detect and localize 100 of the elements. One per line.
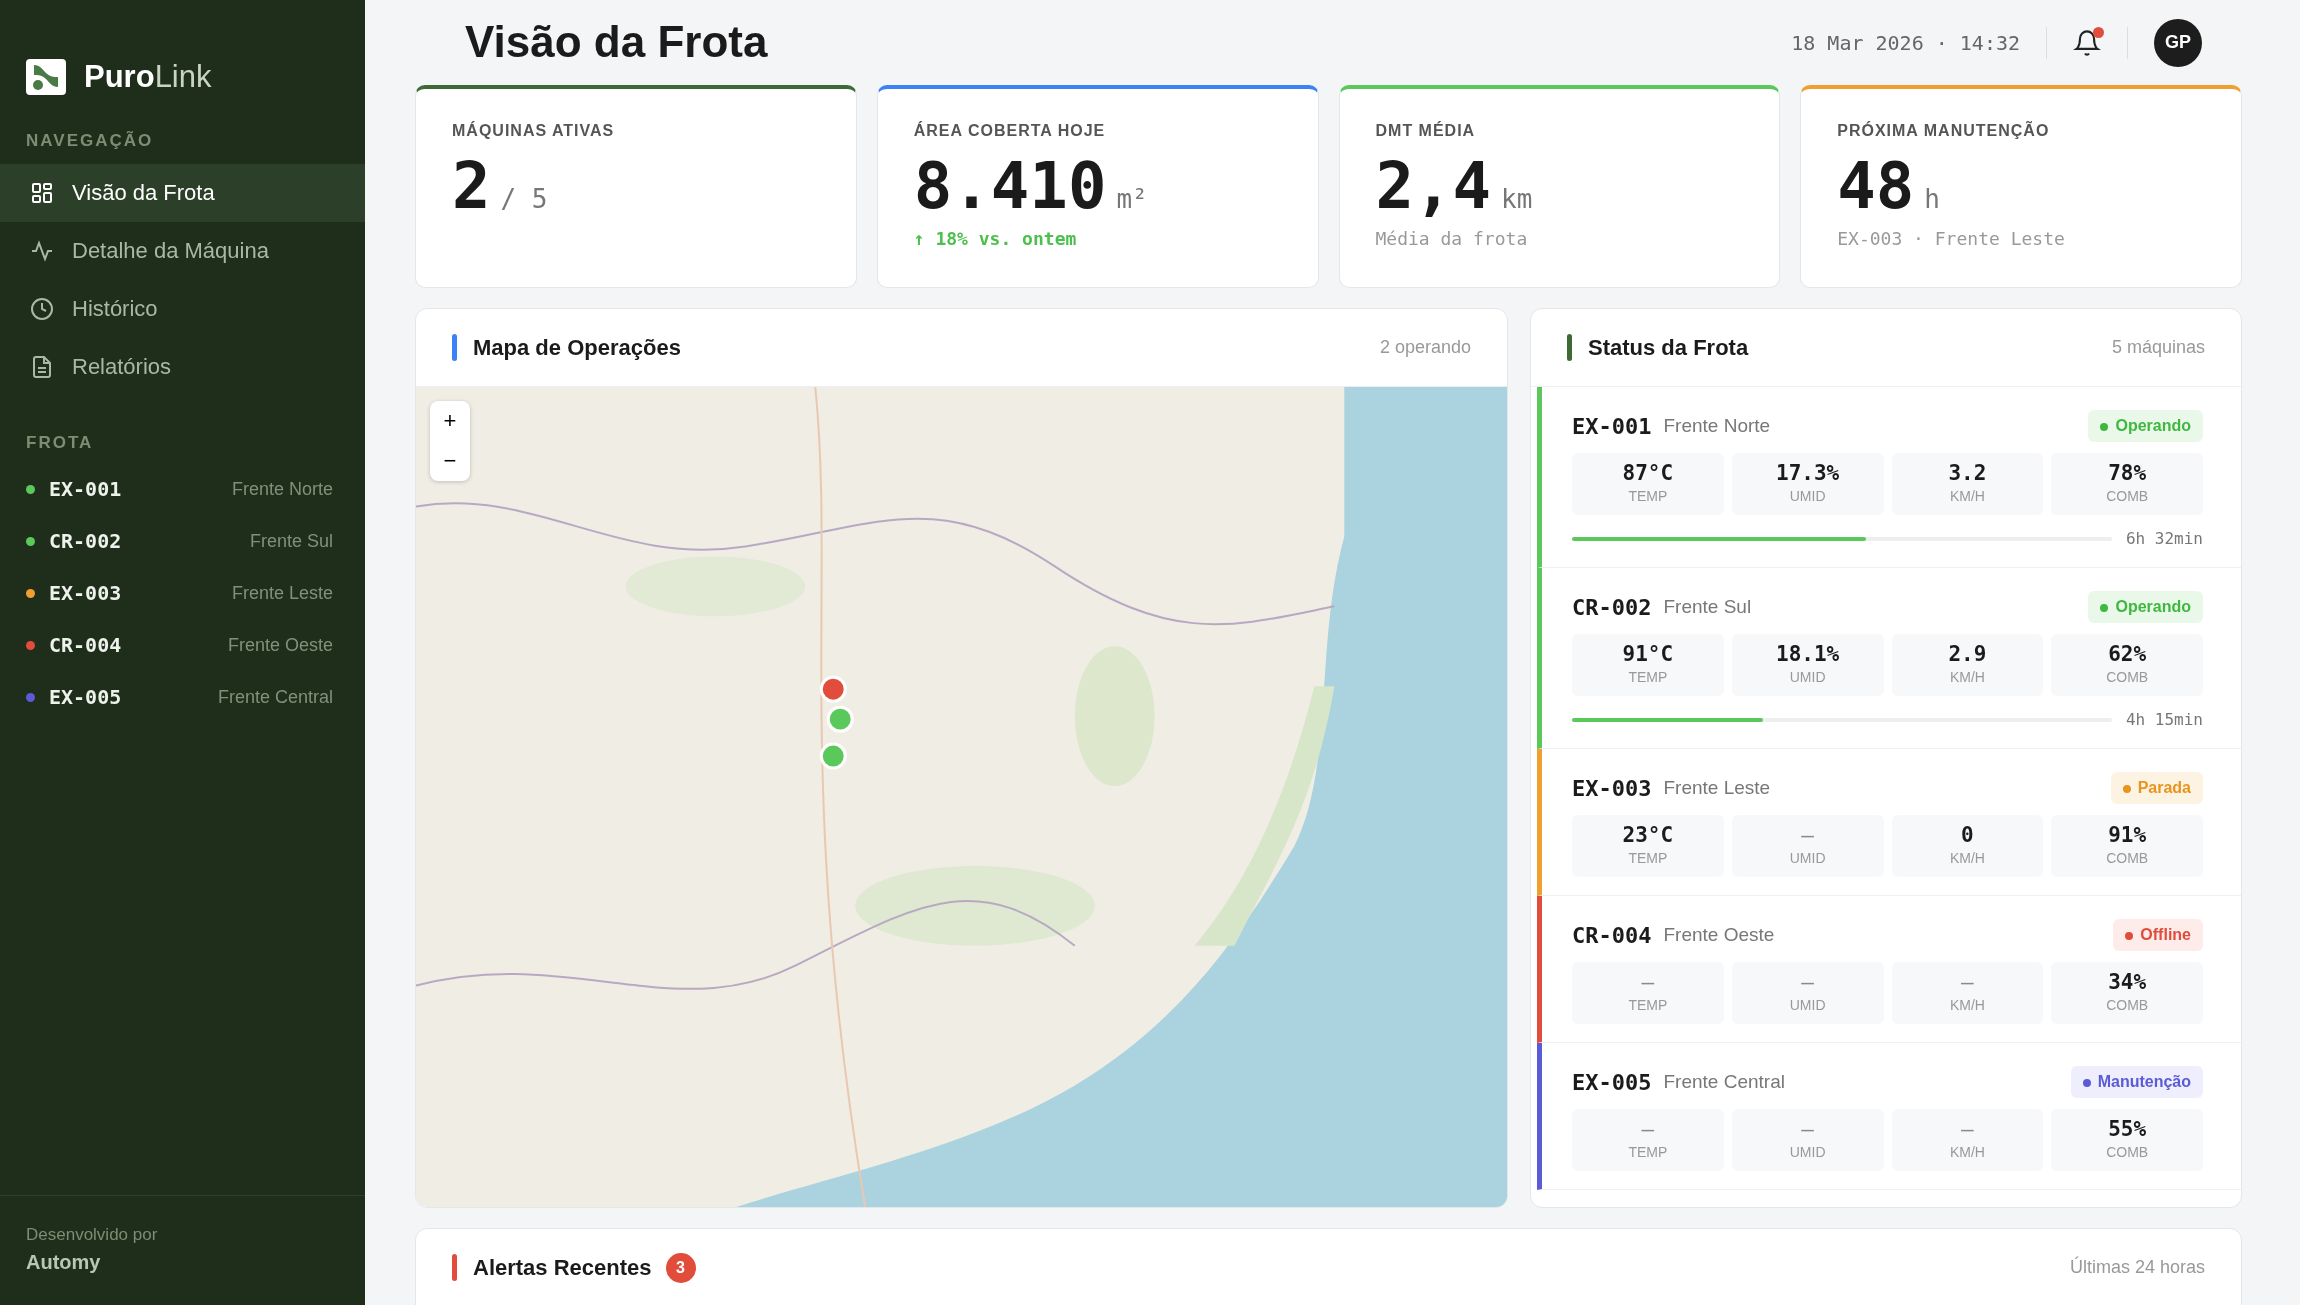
machine-location: Frente Norte (1663, 413, 1771, 438)
zoom-out-button[interactable]: − (430, 441, 470, 481)
machine-location: Frente Norte (231, 477, 333, 501)
metric-label: TEMP (1628, 486, 1668, 506)
kpi-note: ↑ 18% vs. ontem (913, 227, 1078, 252)
notification-button[interactable] (2073, 28, 2101, 57)
kpi-label: MÁQUINAS ATIVAS (452, 120, 616, 141)
metric-value: 34% (2108, 970, 2147, 995)
metric-value: 91% (2108, 823, 2147, 848)
activity-icon (30, 238, 54, 263)
metric-label: UMID (1789, 667, 1826, 687)
panel-meta: 2 operando (1379, 336, 1471, 359)
metric-value: 17.3% (1776, 461, 1840, 486)
metric-value: 55% (2108, 1117, 2147, 1142)
panel-title: Status da Frota (1588, 334, 1749, 362)
metric-label: KM/H (1949, 667, 1985, 687)
user-avatar[interactable]: GP (2154, 18, 2202, 67)
status-badge: Offline (2113, 919, 2203, 951)
metric-value: — (1801, 970, 1814, 995)
metric-value: 0 (1961, 823, 1974, 848)
metric-value: 62% (2108, 642, 2147, 667)
nav-item[interactable]: Histórico (0, 279, 365, 338)
zoom-in-button[interactable]: + (430, 401, 470, 441)
metric-value: — (1961, 1117, 1974, 1142)
machine-code: EX-003 (49, 580, 122, 607)
machine-code: EX-001 (1572, 412, 1652, 441)
machine-location: Frente Central (217, 685, 333, 709)
kpi-label: PRÓXIMA MANUTENÇÃO (1837, 120, 2051, 141)
status-badge: Operando (2088, 591, 2203, 623)
section-heading: NAVEGAÇÃO (25, 130, 155, 152)
machine-code: EX-001 (49, 476, 122, 503)
kpi-note: Média da frota (1375, 227, 1529, 252)
metric-label: TEMP (1628, 1142, 1668, 1162)
kpi-unit: km (1501, 185, 1533, 214)
machine-location: Frente Sul (249, 529, 333, 553)
fleet-item[interactable]: CR-002 Frente Sul (0, 515, 365, 567)
accent-bar (452, 334, 457, 361)
bell-icon (2073, 28, 2101, 57)
kpi-value: 8.410 (913, 151, 1107, 222)
metric-label: COMB (2106, 667, 2149, 687)
runtime-text: 4h 15min (2125, 709, 2203, 731)
kpi-note: EX-003 · Frente Leste (1837, 227, 2066, 252)
fleet-item[interactable]: EX-003 Frente Leste (0, 567, 365, 619)
machine-location: Frente Leste (1663, 775, 1771, 800)
company-name: Automy (26, 1250, 102, 1275)
fleet-item[interactable]: CR-004 Frente Oeste (0, 619, 365, 671)
machine-code: CR-004 (49, 632, 122, 659)
metric-value: — (1641, 970, 1655, 995)
metric-value: 87°C (1622, 461, 1674, 486)
metric-value: — (1641, 1117, 1655, 1142)
machine-code: EX-005 (1572, 1068, 1652, 1097)
panel-title: Alertas Recentes (473, 1254, 652, 1282)
metric-label: TEMP (1628, 667, 1668, 687)
metric-value: 23°C (1622, 823, 1674, 848)
panel-title: Mapa de Operações (473, 334, 681, 362)
status-badge: Operando (2088, 410, 2203, 442)
machine-location: Frente Central (1663, 1069, 1785, 1094)
metric-label: UMID (1789, 486, 1826, 506)
metric-label: COMB (2106, 995, 2149, 1015)
status-badge: Parada (2110, 772, 2203, 804)
metric-label: UMID (1789, 848, 1826, 868)
kpi-unit: m² (1116, 185, 1148, 214)
nav-item[interactable]: Detalhe da Máquina (0, 221, 365, 280)
metric-value: — (1801, 1117, 1814, 1142)
kpi-label: DMT MÉDIA (1375, 120, 1477, 141)
metric-label: TEMP (1628, 848, 1668, 868)
runtime-text: 6h 32min (2125, 528, 2203, 550)
machine-location: Frente Leste (231, 581, 333, 605)
metric-label: COMB (2106, 486, 2149, 506)
machine-code: EX-005 (49, 684, 122, 711)
clock-icon (30, 296, 54, 321)
document-icon (30, 354, 54, 379)
machine-code: CR-002 (49, 528, 122, 555)
metric-value: — (1801, 823, 1814, 848)
machine-location: Frente Sul (1663, 594, 1752, 619)
metric-value: 2.9 (1948, 642, 1987, 667)
metric-label: UMID (1789, 995, 1826, 1015)
accent-bar (452, 1254, 457, 1281)
metric-label: UMID (1789, 1142, 1826, 1162)
fleet-item[interactable]: EX-005 Frente Central (0, 671, 365, 723)
metric-label: COMB (2106, 848, 2149, 868)
metric-label: KM/H (1949, 848, 1985, 868)
metric-label: KM/H (1949, 486, 1985, 506)
metric-value: 78% (2108, 461, 2147, 486)
machine-location: Frente Oeste (227, 633, 333, 657)
metric-value: — (1961, 970, 1974, 995)
kpi-unit: / 5 (500, 185, 548, 214)
date-time: 18 Mar 2026 · 14:32 (1791, 29, 2020, 57)
brand-name: PuroLink (84, 57, 212, 96)
footer-caption: Desenvolvido por (26, 1223, 159, 1246)
kpi-label: ÁREA COBERTA HOJE (913, 120, 1107, 141)
machine-code: CR-004 (1572, 921, 1652, 950)
nav-item[interactable]: Visão da Frota (0, 163, 365, 222)
metric-label: TEMP (1628, 995, 1668, 1015)
section-heading: FROTA (25, 431, 95, 454)
metric-value: 18.1% (1776, 642, 1840, 667)
fleet-item[interactable]: EX-001 Frente Norte (0, 463, 365, 515)
metric-label: KM/H (1949, 995, 1985, 1015)
metric-label: KM/H (1949, 1142, 1985, 1162)
nav-item[interactable]: Relatórios (0, 337, 365, 396)
